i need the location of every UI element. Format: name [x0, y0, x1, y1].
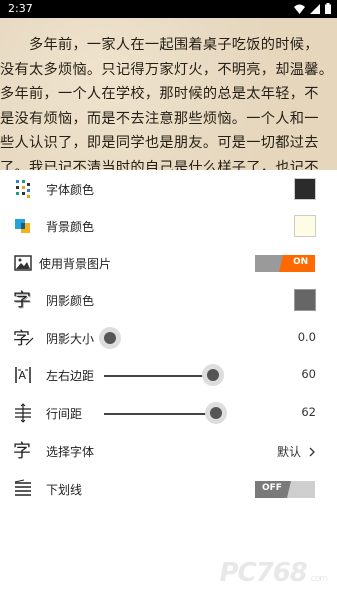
reader-line: 是没有烦恼，而是不去注意那些烦恼。一个人和一: [0, 111, 319, 127]
shadow-size-icon: 字: [13, 329, 34, 349]
shadow-size-row: 字 阴影大小 0.0: [0, 320, 337, 357]
svg-text:字: 字: [13, 441, 31, 462]
bg-color-row[interactable]: 背景颜色: [0, 208, 337, 245]
watermark-logo: PC768 .com: [219, 558, 328, 588]
margin-label: 左右边距: [46, 369, 95, 383]
watermark-text: PC768: [219, 558, 307, 588]
reader-line: 多年前，一家人在一起围着桌子吃饭的时候，: [0, 37, 319, 53]
font-family-row[interactable]: 字 选择字体 默认: [0, 433, 337, 470]
line-spacing-value: 62: [301, 405, 316, 419]
chevron-right-icon: [309, 447, 315, 456]
shadow-size-label: 阴影大小: [46, 332, 95, 346]
shadow-size-value: 0.0: [297, 330, 316, 344]
margin-slider-track[interactable]: [104, 375, 214, 377]
status-bar: 2:37: [0, 0, 337, 18]
font-color-label: 字体颜色: [46, 183, 95, 197]
shadow-char-icon: 字 字: [13, 290, 32, 311]
svg-text:字: 字: [13, 290, 31, 311]
shadow-color-row[interactable]: 字 字 阴影颜色: [0, 282, 337, 319]
svg-text:A: A: [19, 369, 27, 382]
margin-icon: A: [15, 367, 31, 383]
reader-line: 多年前，一个人在学校，那时候的总是太年轻，不: [0, 86, 319, 102]
underline-row[interactable]: 下划线 OFF: [0, 471, 337, 508]
toggle-state-text: OFF: [262, 483, 282, 493]
margin-value: 60: [301, 367, 316, 381]
battery-icon: [325, 3, 331, 14]
margin-slider-thumb[interactable]: [202, 364, 225, 386]
bg-color-icon: [15, 219, 30, 233]
bg-color-label: 背景颜色: [46, 220, 95, 234]
bg-image-toggle[interactable]: ON: [255, 255, 315, 272]
shadow-color-swatch[interactable]: [294, 289, 316, 311]
bg-image-label: 使用背景图片: [39, 257, 112, 271]
line-spacing-slider-track[interactable]: [104, 413, 217, 415]
reader-line: 些人认识了，即是同学也是朋友。可是一切都过去: [0, 135, 319, 151]
svg-text:字: 字: [13, 329, 30, 349]
margin-row: A 左右边距 60: [0, 357, 337, 394]
settings-panel: 字体颜色 背景颜色 使用背景图片 ON 字 字 阴影颜色 字 阴影大小 0.0 …: [0, 170, 337, 600]
reader-line: 了。我已记不清当时的自己是什么样子了，也记不: [0, 160, 319, 170]
image-icon: [14, 255, 32, 271]
font-color-swatch[interactable]: [294, 178, 316, 200]
status-icons: [294, 3, 331, 14]
font-family-value[interactable]: 默认: [277, 443, 315, 460]
line-spacing-slider-thumb[interactable]: [205, 402, 228, 424]
font-family-label: 选择字体: [46, 445, 95, 459]
wifi-icon: [294, 4, 305, 14]
underline-toggle[interactable]: OFF: [255, 481, 315, 498]
status-time: 2:37: [8, 2, 33, 15]
toggle-state-text: ON: [293, 257, 309, 267]
font-char-icon: 字: [13, 441, 31, 462]
line-spacing-label: 行间距: [46, 407, 83, 421]
reader-text-area[interactable]: 多年前，一家人在一起围着桌子吃饭的时候， 没有太多烦恼。只记得万家灯火，不明亮，…: [0, 18, 337, 170]
font-family-current: 默认: [276, 445, 301, 459]
shadow-color-label: 阴影颜色: [46, 294, 95, 308]
watermark-sub: .com: [308, 574, 328, 584]
bg-color-swatch[interactable]: [294, 215, 316, 237]
line-spacing-icon: [15, 403, 31, 423]
signal-icon: [310, 3, 320, 14]
shadow-size-slider-thumb[interactable]: [99, 327, 121, 349]
reader-line: 没有太多烦恼。只记得万家灯火，不明亮，却温馨。: [0, 62, 334, 78]
underline-label: 下划线: [46, 483, 83, 497]
line-spacing-row: 行间距 62: [0, 395, 337, 432]
underline-icon: [14, 479, 31, 496]
bg-image-row[interactable]: 使用背景图片 ON: [0, 245, 337, 282]
font-color-icon: [16, 180, 30, 198]
font-color-row[interactable]: 字体颜色: [0, 171, 337, 208]
